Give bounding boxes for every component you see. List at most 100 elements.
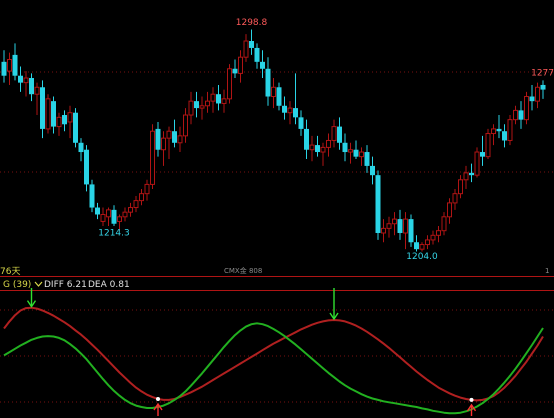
candle-body bbox=[381, 227, 386, 234]
candle-body bbox=[463, 172, 469, 181]
candle-body bbox=[529, 96, 535, 102]
candle-body bbox=[502, 131, 507, 141]
candle-body bbox=[375, 175, 381, 233]
chart-canvas: 1298.8 1214.3 1204.0 1277 76天 CMX金 808 1 G … bbox=[0, 0, 554, 418]
candle-body bbox=[535, 86, 540, 102]
candle-body bbox=[507, 119, 513, 141]
panel-left-label: 76天 bbox=[0, 267, 20, 277]
cross-point bbox=[156, 396, 160, 401]
candle-body bbox=[249, 41, 254, 48]
candle-body bbox=[183, 114, 188, 137]
candle-body bbox=[359, 151, 364, 158]
candle-body bbox=[73, 112, 78, 143]
candle-body bbox=[67, 112, 73, 123]
candle-body bbox=[342, 142, 348, 153]
candle-body bbox=[161, 137, 166, 151]
candle-body bbox=[199, 105, 205, 109]
candle-body bbox=[282, 105, 287, 113]
candle-body bbox=[62, 115, 67, 125]
candle-body bbox=[326, 139, 331, 148]
candle-body bbox=[1, 61, 7, 76]
candle-body bbox=[364, 152, 370, 166]
candle-body bbox=[304, 128, 309, 150]
candle-body bbox=[51, 101, 56, 127]
candle-body bbox=[293, 108, 298, 118]
dea-label: DEA 0.81 bbox=[88, 280, 130, 290]
candle bbox=[408, 214, 414, 247]
candle-body bbox=[194, 101, 199, 109]
diff-label: DIFF 6.21 bbox=[44, 280, 87, 290]
candle bbox=[375, 170, 381, 240]
candle-body bbox=[23, 77, 29, 84]
candle-body bbox=[7, 59, 12, 72]
candle bbox=[150, 124, 155, 190]
candle-body bbox=[45, 98, 51, 130]
price-annotation: 1214.3 bbox=[98, 228, 130, 238]
candle-body bbox=[243, 40, 249, 58]
candle-body bbox=[106, 209, 111, 218]
candle-body bbox=[485, 133, 491, 158]
candle-body bbox=[469, 172, 474, 176]
candle-body bbox=[430, 234, 436, 241]
candle-body bbox=[177, 135, 183, 144]
candle-body bbox=[276, 87, 282, 106]
candle-body bbox=[144, 183, 150, 195]
price-annotation: 1204.0 bbox=[406, 252, 438, 262]
candle-body bbox=[524, 96, 529, 121]
candle-body bbox=[34, 86, 40, 95]
panel-center-label: CMX金 808 bbox=[224, 266, 262, 275]
candle-body bbox=[210, 93, 216, 102]
candle-body bbox=[29, 78, 34, 95]
candle-body bbox=[40, 87, 45, 129]
candle-body bbox=[155, 128, 161, 150]
panel-right-label: 1 bbox=[545, 267, 549, 275]
candle-body bbox=[491, 128, 496, 135]
candle-body bbox=[436, 230, 441, 236]
indicator-name[interactable]: G (39) bbox=[3, 280, 31, 290]
candle-body bbox=[480, 152, 485, 157]
candle-body bbox=[265, 68, 271, 97]
candle-body bbox=[271, 86, 276, 98]
candle bbox=[89, 179, 95, 213]
candle-body bbox=[298, 117, 304, 129]
candle-body bbox=[95, 207, 100, 215]
candle-body bbox=[232, 68, 238, 74]
candle-body bbox=[89, 184, 95, 208]
candle-body bbox=[100, 213, 106, 222]
candle-body bbox=[540, 84, 546, 90]
candle bbox=[507, 115, 513, 146]
candle bbox=[73, 108, 78, 148]
cross-point bbox=[469, 397, 474, 402]
candle bbox=[485, 128, 491, 159]
candle-body bbox=[56, 116, 62, 128]
candle-body bbox=[408, 219, 414, 243]
candle bbox=[45, 94, 51, 134]
candle-body bbox=[320, 146, 326, 153]
candle-body bbox=[392, 218, 397, 225]
candle-body bbox=[370, 165, 375, 176]
candle-body bbox=[18, 75, 23, 83]
candle-body bbox=[227, 68, 232, 100]
price-annotation: 1277 bbox=[531, 68, 554, 78]
candle-body bbox=[309, 144, 315, 151]
candle-body bbox=[260, 61, 265, 69]
candle-body bbox=[78, 142, 84, 153]
candle-body bbox=[353, 149, 359, 157]
candle-body bbox=[111, 209, 117, 224]
candle-body bbox=[403, 218, 408, 234]
candle-body bbox=[117, 216, 122, 222]
candle-body bbox=[188, 100, 194, 116]
candle-body bbox=[205, 100, 210, 107]
candle-body bbox=[216, 94, 221, 104]
candle-body bbox=[122, 211, 128, 218]
candle-body bbox=[441, 216, 447, 232]
candle-body bbox=[331, 126, 337, 141]
candle bbox=[84, 145, 89, 192]
candle-body bbox=[397, 219, 403, 233]
candle-body bbox=[128, 207, 133, 213]
candle-body bbox=[425, 239, 430, 246]
candle-body bbox=[414, 242, 419, 250]
candle-body bbox=[166, 130, 172, 139]
candle-body bbox=[452, 193, 458, 204]
candle-body bbox=[133, 200, 139, 209]
